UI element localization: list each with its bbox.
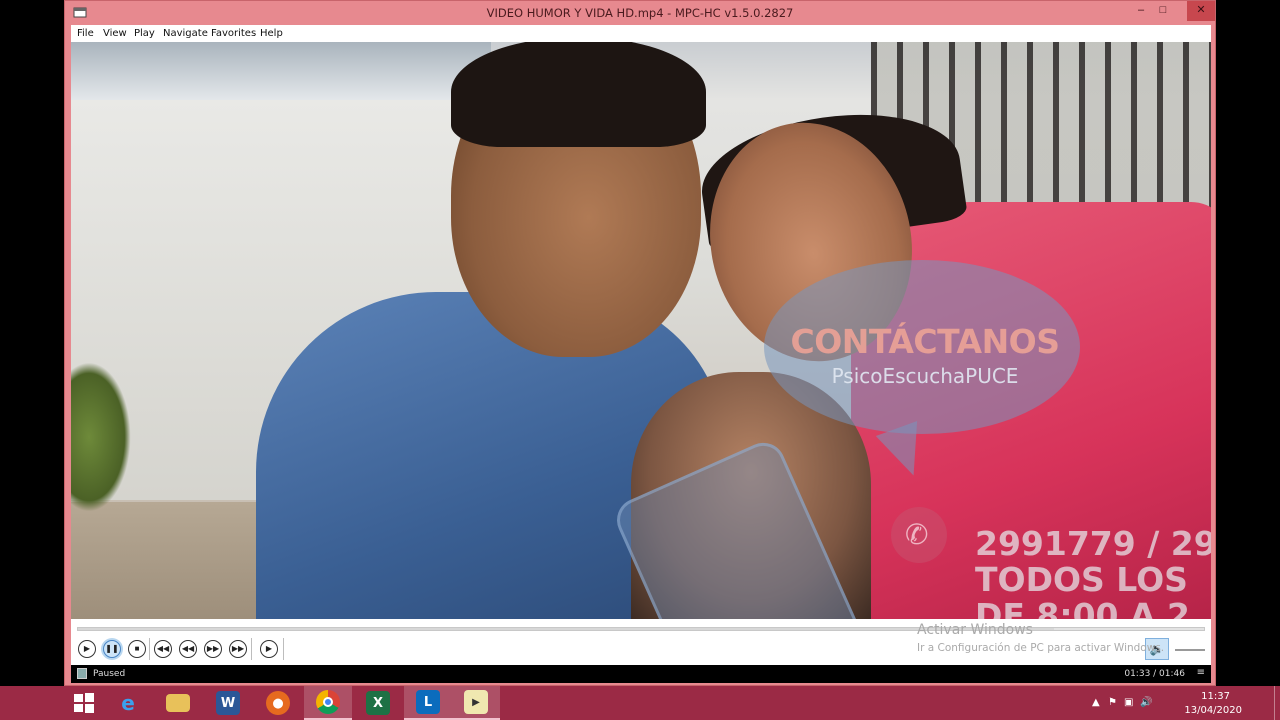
action-center-icon[interactable]: ⚑ (1108, 697, 1117, 708)
frame-step-button[interactable]: ▶ (260, 640, 278, 658)
window-title: VIDEO HUMOR Y VIDA HD.mp4 - MPC-HC v1.5.… (486, 6, 794, 20)
controls-separator (251, 638, 252, 660)
activate-windows-title: Activar Windows (917, 622, 1033, 638)
lync-icon[interactable]: L (404, 686, 452, 720)
rewind-button[interactable]: ◀◀ (179, 640, 197, 658)
stop-button[interactable]: ■ (128, 640, 146, 658)
video-area[interactable]: CONTÁCTANOS PsicoEscuchaPUCE ✆ 2991779 /… (71, 42, 1211, 619)
menu-bar: File View Play Navigate Favorites Help (71, 25, 1211, 42)
word-icon[interactable]: W (204, 686, 252, 720)
menu-favorites[interactable]: Favorites (211, 28, 256, 39)
play-button[interactable]: ▶ (78, 640, 96, 658)
network-icon[interactable]: ▣ (1124, 697, 1133, 708)
menu-help[interactable]: Help (260, 28, 283, 39)
seek-bar-progress (78, 628, 1055, 630)
overlay-phone-number: 2991779 / 29 (975, 524, 1211, 563)
internet-explorer-icon[interactable]: e (104, 686, 152, 720)
menu-view[interactable]: View (103, 28, 127, 39)
file-explorer-icon[interactable] (154, 686, 202, 720)
menu-navigate[interactable]: Navigate (163, 28, 208, 39)
status-icon (77, 668, 87, 679)
system-tray: ▲ ⚑ ▣ 🔊 11:37 13/04/2020 (1080, 686, 1280, 720)
title-bar[interactable]: VIDEO HUMOR Y VIDA HD.mp4 - MPC-HC v1.5.… (65, 1, 1215, 25)
clock-date[interactable]: 13/04/2020 (1184, 705, 1242, 716)
menu-play[interactable]: Play (134, 28, 155, 39)
mpc-hc-window: VIDEO HUMOR Y VIDA HD.mp4 - MPC-HC v1.5.… (64, 0, 1216, 686)
maximize-button[interactable]: □ (1149, 1, 1177, 21)
taskbar: e W ● X L ▶ ▲ ⚑ ▣ 🔊 11:37 13/04/2020 (0, 686, 1280, 720)
overlay-hours: DE 8:00 A 2 (975, 596, 1190, 619)
volume-slider[interactable] (1175, 649, 1205, 651)
video-sky (71, 42, 491, 102)
status-bar: Paused 01:33 / 01:46 ≡ (71, 665, 1211, 683)
seek-bar[interactable] (77, 627, 1205, 631)
firefox-icon[interactable]: ● (254, 686, 302, 720)
windows-start-icon[interactable] (60, 686, 108, 720)
show-desktop-button[interactable] (1274, 686, 1280, 720)
volume-tray-icon[interactable]: 🔊 (1140, 697, 1152, 708)
menu-file[interactable]: File (77, 28, 94, 39)
desktop: VIDEO HUMOR Y VIDA HD.mp4 - MPC-HC v1.5.… (0, 0, 1280, 720)
video-man-hair (451, 42, 706, 147)
overlay-title: CONTÁCTANOS (790, 322, 1060, 361)
chrome-icon[interactable] (304, 686, 352, 720)
tray-expand-icon[interactable]: ▲ (1092, 697, 1100, 708)
activate-windows-subtitle: Ir a Configuración de PC para activar Wi… (917, 642, 1165, 654)
controls-separator (149, 638, 150, 660)
clock-time[interactable]: 11:37 (1201, 691, 1230, 702)
overlay-subtitle: PsicoEscuchaPUCE (831, 364, 1019, 388)
close-button[interactable]: ✕ (1187, 1, 1215, 21)
next-button[interactable]: ▶▶ (229, 640, 247, 658)
playback-state: Paused (93, 669, 126, 679)
mpc-hc-icon[interactable]: ▶ (452, 686, 500, 720)
video-plant (71, 362, 131, 512)
previous-button[interactable]: ◀◀ (154, 640, 172, 658)
resize-grip-icon[interactable]: ≡ (1197, 667, 1205, 678)
phone-icon: ✆ (905, 519, 929, 550)
pause-button[interactable]: ❚❚ (103, 640, 121, 658)
fast-forward-button[interactable]: ▶▶ (204, 640, 222, 658)
excel-icon[interactable]: X (354, 686, 402, 720)
controls-separator (283, 638, 284, 660)
playback-time: 01:33 / 01:46 (1124, 669, 1185, 679)
overlay-days: TODOS LOS (975, 560, 1188, 599)
